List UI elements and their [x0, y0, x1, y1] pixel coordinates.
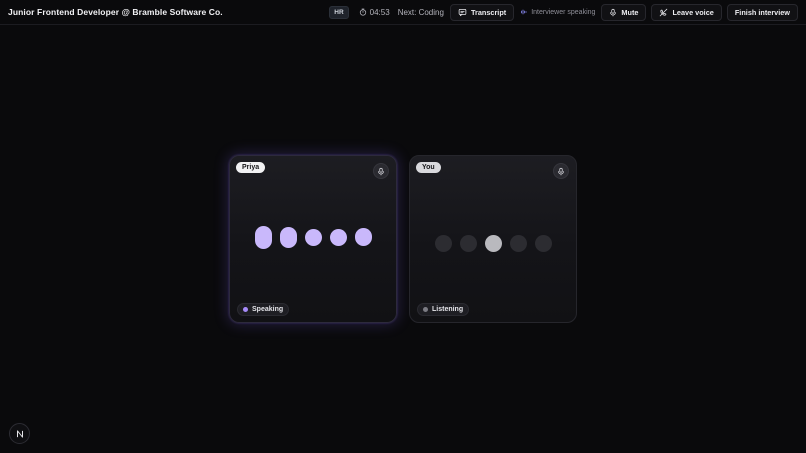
voice-dot	[534, 234, 552, 252]
voice-dot	[459, 234, 477, 252]
voice-bar	[329, 228, 347, 246]
timer: 04:53	[359, 8, 390, 17]
n-logo-icon[interactable]	[9, 423, 30, 444]
interview-title: Junior Frontend Developer @ Bramble Soft…	[8, 7, 223, 17]
transcript-label: Transcript	[470, 7, 507, 17]
voice-dot	[484, 234, 502, 252]
finish-interview-label: Finish interview	[734, 7, 790, 17]
voice-bar	[354, 228, 372, 246]
voice-bar	[304, 228, 322, 246]
microphone-icon	[553, 163, 569, 179]
stage-badge: HR	[329, 5, 349, 19]
participant-name: Priya	[236, 162, 266, 173]
top-bar: Junior Frontend Developer @ Bramble Soft…	[0, 0, 806, 25]
leave-voice-button[interactable]: Leave voice	[651, 3, 722, 21]
microphone-icon	[609, 8, 617, 17]
sound-wave-icon	[520, 8, 528, 16]
next-stage: Next: Coding	[397, 7, 444, 17]
microphone-icon	[373, 163, 389, 179]
voice-visualizer	[410, 230, 576, 256]
finish-interview-button[interactable]: Finish interview	[726, 3, 798, 21]
voice-visualizer	[230, 224, 396, 250]
interviewer-status-label: Interviewer speaking	[531, 8, 596, 16]
status-dot	[243, 307, 248, 312]
header-controls: HR 04:53 Next: Coding Transcript Intervi…	[329, 3, 798, 21]
phone-off-icon	[659, 8, 668, 17]
transcript-button[interactable]: Transcript	[449, 3, 515, 21]
participant-name: You	[416, 162, 441, 173]
status-dot	[423, 307, 428, 312]
listening-status-label: Listening	[432, 306, 464, 313]
timer-icon	[359, 8, 367, 16]
participant-card-you: You Listening	[409, 155, 577, 323]
speaking-status-label: Speaking	[252, 306, 284, 313]
interviewer-status: Interviewer speaking	[520, 8, 595, 16]
voice-dot	[509, 234, 527, 252]
leave-voice-label: Leave voice	[672, 7, 714, 17]
speaking-status: Speaking	[237, 303, 290, 316]
voice-bar	[279, 226, 297, 248]
mute-button[interactable]: Mute	[601, 3, 647, 21]
voice-dot	[434, 234, 452, 252]
timer-value: 04:53	[369, 7, 390, 17]
listening-status: Listening	[417, 303, 470, 316]
voice-bar	[254, 225, 272, 249]
participant-card-interviewer: Priya Speaking	[229, 155, 397, 323]
transcript-icon	[458, 8, 467, 17]
mute-label: Mute	[621, 7, 639, 17]
